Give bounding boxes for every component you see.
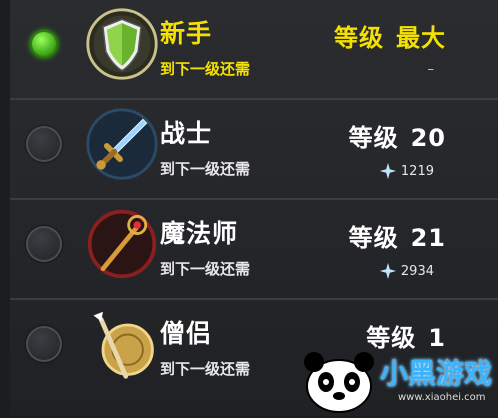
sword-icon xyxy=(86,108,158,180)
level-label: 等级 xyxy=(334,24,384,52)
next-level-label: 到下一级还需 xyxy=(160,60,251,78)
class-name: 新手 xyxy=(160,19,213,48)
class-row-novice[interactable]: 新手 到下一级还需 等级 最大 – xyxy=(10,0,498,100)
watermark-url: www.xiaohei.com xyxy=(398,392,486,403)
level-value: 最大 xyxy=(396,24,446,52)
panda-icon xyxy=(304,352,374,413)
level-display: 等级 21 xyxy=(349,218,446,253)
monk-staff-icon xyxy=(93,311,154,379)
level-value: 21 xyxy=(410,224,446,252)
watermark-text: 小黑游戏 xyxy=(380,357,493,390)
class-name: 战士 xyxy=(160,119,213,148)
level-display: 等级 20 xyxy=(349,118,446,153)
class-name: 魔法师 xyxy=(160,219,239,248)
class-name: 僧侣 xyxy=(160,319,213,348)
xp-needed: – xyxy=(428,62,435,77)
level-label: 等级 xyxy=(348,124,399,152)
staff-icon xyxy=(87,209,157,279)
level-display: 等级 最大 xyxy=(334,18,446,53)
radio-button[interactable] xyxy=(26,326,62,362)
level-value: 20 xyxy=(410,124,446,152)
class-row-warrior[interactable]: 战士 到下一级还需 等级 20 1219 xyxy=(10,100,498,200)
radio-button[interactable] xyxy=(26,226,62,262)
xp-needed-value: 2934 xyxy=(400,263,434,279)
level-label: 等级 xyxy=(348,224,399,252)
selected-radio[interactable] xyxy=(30,30,58,58)
xp-needed-value: – xyxy=(427,62,435,77)
class-row-mage[interactable]: 魔法师 到下一级还需 等级 21 2934 xyxy=(10,200,498,300)
watermark-logo: 小黑游戏 www.xiaohei.com xyxy=(294,346,494,414)
next-level-label: 到下一级还需 xyxy=(160,260,251,278)
xp-star-icon xyxy=(379,262,397,280)
shield-icon xyxy=(86,8,158,80)
xp-star-icon xyxy=(379,162,397,180)
next-level-label: 到下一级还需 xyxy=(160,160,251,178)
xp-needed: 2934 xyxy=(379,262,434,280)
radio-button[interactable] xyxy=(26,126,62,162)
xp-needed-value: 1219 xyxy=(400,163,434,179)
xp-needed: 1219 xyxy=(379,162,434,180)
next-level-label: 到下一级还需 xyxy=(160,360,251,378)
